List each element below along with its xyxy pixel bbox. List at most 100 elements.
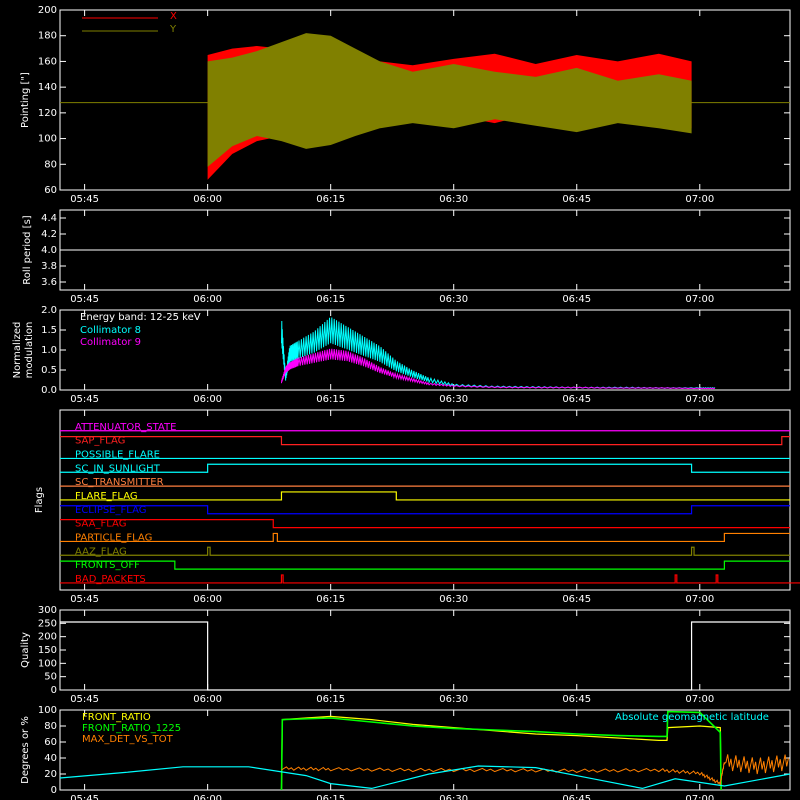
y-tick-label: 300 xyxy=(38,605,57,616)
x-tick-label: 06:15 xyxy=(316,394,345,405)
chart-canvas: 05:4506:0006:1506:3006:4507:0007:1560801… xyxy=(12,5,800,800)
x-tick-label: 06:15 xyxy=(316,294,345,305)
y-tick-label: 140 xyxy=(38,82,57,93)
y-tick-label: 1.5 xyxy=(41,325,57,336)
series-line-front_ratio xyxy=(280,715,722,791)
flag-line-eclipse_flag xyxy=(60,505,790,515)
y-tick-label: 20 xyxy=(44,769,57,780)
y-axis-label: Normalized xyxy=(12,322,23,379)
x-tick-label: 06:30 xyxy=(439,594,468,605)
y-tick-label: 100 xyxy=(38,134,57,145)
x-tick-label: 07:00 xyxy=(685,794,714,800)
flag-line-bad_packets xyxy=(60,574,800,584)
x-tick-label: 06:15 xyxy=(316,594,345,605)
y-tick-label: 50 xyxy=(44,672,57,683)
x-tick-label: 05:45 xyxy=(70,594,99,605)
y-tick-label: 120 xyxy=(38,108,57,119)
y-tick-label: 60 xyxy=(44,737,57,748)
y-tick-label: 0 xyxy=(51,685,57,696)
x-tick-label: 06:15 xyxy=(316,794,345,800)
x-tick-label: 07:00 xyxy=(685,294,714,305)
y-tick-label: 180 xyxy=(38,31,57,42)
flag-label-flare_flag: FLARE_FLAG xyxy=(75,491,138,502)
ratios-panel: 05:4506:0006:1506:3006:4507:0007:1502040… xyxy=(20,705,791,800)
y-tick-label: 160 xyxy=(38,56,57,67)
y-tick-label: 250 xyxy=(38,618,57,629)
y-tick-label: 200 xyxy=(38,5,57,16)
modulation-panel: 05:4506:0006:1506:3006:4507:0007:150.00.… xyxy=(12,305,791,405)
series-band-y xyxy=(207,33,692,167)
x-tick-label: 06:30 xyxy=(439,694,468,705)
flag-label-saa_flag: SAA_FLAG xyxy=(75,519,126,530)
y-tick-label: 4.2 xyxy=(41,229,57,240)
flag-line-aaz_flag xyxy=(60,546,790,556)
x-tick-label: 06:00 xyxy=(193,794,222,800)
x-tick-label: 06:00 xyxy=(193,594,222,605)
legend-label-x: X xyxy=(170,11,177,22)
y-axis-label: Pointing ["] xyxy=(20,72,31,128)
series-line-collimator-9 xyxy=(281,348,716,390)
x-tick-label: 06:45 xyxy=(562,294,591,305)
x-tick-label: 05:45 xyxy=(70,694,99,705)
legend-label-collimator-8: Collimator 8 xyxy=(80,325,141,336)
flag-label-eclipse_flag: ECLIPSE_FLAG xyxy=(75,505,146,516)
roll-panel: 05:4506:0006:1506:3006:4507:0007:153.63.… xyxy=(22,209,791,305)
flag-line-fronts_off xyxy=(60,560,790,570)
x-tick-label: 06:00 xyxy=(193,194,222,205)
legend-label-collimator-9: Collimator 9 xyxy=(80,337,141,348)
x-tick-label: 07:00 xyxy=(685,194,714,205)
flag-line-saa_flag xyxy=(60,519,790,529)
y-tick-label: 4.0 xyxy=(41,245,57,256)
x-tick-label: 06:15 xyxy=(316,194,345,205)
x-tick-label: 06:45 xyxy=(562,694,591,705)
x-tick-label: 05:45 xyxy=(70,194,99,205)
flag-line-flare_flag xyxy=(60,491,790,501)
y-axis-label: Degrees or % xyxy=(20,716,31,784)
series-line-absolute-geomagnetic-latitude xyxy=(59,765,791,790)
flag-line-sc_in_sunlight xyxy=(60,463,790,473)
y-tick-label: 100 xyxy=(38,705,57,716)
x-tick-label: 06:00 xyxy=(193,694,222,705)
energy-band-annotation: Energy band: 12-25 keV xyxy=(80,312,201,323)
x-tick-label: 06:30 xyxy=(439,294,468,305)
x-tick-label: 06:45 xyxy=(562,194,591,205)
y-tick-label: 60 xyxy=(44,185,57,196)
x-tick-label: 07:00 xyxy=(685,694,714,705)
flag-line-particle_flag xyxy=(60,532,790,543)
y-tick-label: 80 xyxy=(44,721,57,732)
flag-label-sap_flag: SAP_FLAG xyxy=(75,436,125,447)
legend-label-max_det_vs_tot: MAX_DET_VS_TOT xyxy=(82,734,174,745)
y-axis-label: Quality xyxy=(20,632,31,668)
x-tick-label: 07:00 xyxy=(685,394,714,405)
flag-line-sap_flag xyxy=(60,436,790,446)
flag-label-bad_packets: BAD_PACKETS xyxy=(75,574,146,585)
x-tick-label: 06:45 xyxy=(562,594,591,605)
flag-label-sc_in_sunlight: SC_IN_SUNLIGHT xyxy=(75,463,161,474)
x-tick-label: 06:00 xyxy=(193,394,222,405)
flag-label-possible_flare: POSSIBLE_FLARE xyxy=(75,449,160,460)
y-tick-label: 150 xyxy=(38,645,57,656)
y-tick-label: 1.0 xyxy=(41,345,57,356)
y-axis-label: Roll period [s] xyxy=(22,215,33,284)
flag-label-attenuator_state: ATTENUATOR_STATE xyxy=(75,422,176,433)
y-tick-label: 0 xyxy=(51,785,57,796)
x-tick-label: 06:30 xyxy=(439,194,468,205)
y-tick-label: 100 xyxy=(38,658,57,669)
x-tick-label: 06:00 xyxy=(193,294,222,305)
y-tick-label: 80 xyxy=(44,159,57,170)
flag-label-aaz_flag: AAZ_FLAG xyxy=(75,546,127,557)
legend-label-front_ratio: FRONT_RATIO xyxy=(82,712,151,723)
y-tick-label: 3.8 xyxy=(41,261,57,272)
x-tick-label: 05:45 xyxy=(70,294,99,305)
legend-label-y: Y xyxy=(169,24,177,35)
x-tick-label: 06:30 xyxy=(439,794,468,800)
stix-quicklook-stack: 05:4506:0006:1506:3006:4507:0007:1560801… xyxy=(0,0,800,800)
y-axis-label: modulation xyxy=(24,322,35,379)
x-tick-label: 06:30 xyxy=(439,394,468,405)
quality-panel: 05:4506:0006:1506:3006:4507:0007:1505010… xyxy=(20,605,791,705)
y-tick-label: 2.0 xyxy=(41,305,57,316)
flag-label-particle_flag: PARTICLE_FLAG xyxy=(75,532,152,543)
y-tick-label: 200 xyxy=(38,632,57,643)
flag-label-sc_transmitter: SC_TRANSMITTER xyxy=(75,477,164,488)
x-tick-label: 06:15 xyxy=(316,694,345,705)
